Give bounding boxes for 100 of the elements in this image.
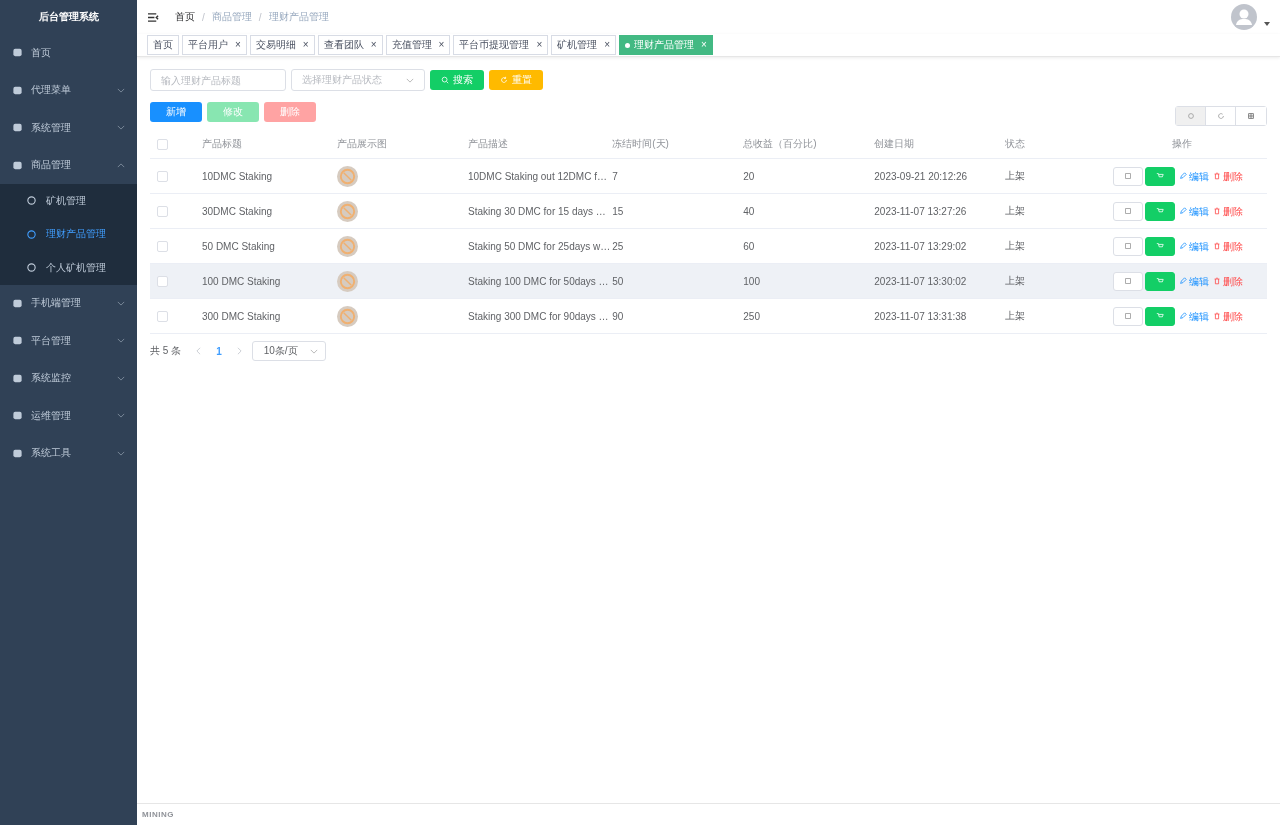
table-cell: 15 [612,205,624,217]
next-page-icon[interactable] [236,347,242,355]
coin-image-icon [337,235,358,257]
tab[interactable]: 充值管理 × [385,35,451,55]
coin-image-icon [337,270,358,292]
close-icon[interactable]: × [302,36,309,54]
pencil-icon [1179,172,1187,180]
column-header: 总收益（百分比) [743,138,817,149]
chevron-icon [117,375,125,381]
sidebar-item[interactable]: 系统工具 [0,434,137,472]
prev-page-icon[interactable] [196,347,202,355]
tab[interactable]: 平台用户 × [182,35,247,55]
delete-link[interactable]: 删除 [1223,310,1243,321]
table-cell: 100 [743,275,760,287]
sidebar-item[interactable]: 系统管理 [0,109,137,147]
sidebar-item[interactable]: 运维管理 [0,397,137,435]
row-checkbox[interactable] [157,170,168,182]
edit-link[interactable]: 编辑 [1189,240,1209,251]
tab[interactable]: 首页 [147,35,179,55]
search-toggle-button[interactable] [1176,107,1206,125]
table-cell: 50 DMC Staking [202,240,275,252]
edit-link[interactable]: 编辑 [1189,205,1209,216]
column-header: 操作 [1171,138,1192,149]
cart-button[interactable] [1145,166,1175,186]
chevron-icon [117,87,125,93]
table-cell: 25 [612,240,624,252]
table-row[interactable]: 100 DMC Staking Staking 100 DMC for 50days … 50 100 2023-11-07 13:30:02 上架 编辑 删除 [150,263,1267,299]
caret-icon[interactable] [1264,22,1270,26]
chevron-icon [309,348,318,354]
image-button[interactable] [1113,306,1143,326]
row-checkbox[interactable] [157,275,168,287]
table-cell: 上架 [1005,310,1026,321]
close-icon[interactable]: × [604,36,611,54]
sidebar-item[interactable]: 平台管理 [0,322,137,360]
table-row[interactable]: 10DMC Staking 10DMC Staking out 12DMC f… 7 20 2023-09-21 20:12:26 上架 编辑 删除 [150,158,1267,194]
cart-button[interactable] [1145,306,1175,326]
pencil-icon [1179,277,1187,285]
column-header: 创建日期 [874,138,915,149]
table-cell: 2023-11-07 13:30:02 [874,275,967,287]
table-cell: 上架 [1005,205,1026,216]
cart-button[interactable] [1145,236,1175,256]
menu-icon[interactable] [147,11,160,23]
submenu-item[interactable]: 理财产品管理 [0,217,137,251]
submenu-item[interactable]: 矿机管理 [0,184,137,218]
tab[interactable]: 平台币提现管理 × [453,35,549,55]
image-button[interactable] [1113,236,1143,256]
row-checkbox[interactable] [157,240,168,252]
delete-link[interactable]: 删除 [1223,205,1243,216]
delete-link[interactable]: 删除 [1223,240,1243,251]
row-checkbox[interactable] [157,205,168,217]
chevron-icon [117,300,125,306]
cart-button[interactable] [1145,271,1175,291]
submenu-item[interactable]: 个人矿机管理 [0,251,137,285]
trash-icon [1213,242,1221,250]
table-row[interactable]: 30DMC Staking Staking 30 DMC for 15 days … 15 40 2023-11-07 13:27:26 上架 编辑 删除 [150,193,1267,229]
app-title: 后台管理系统 [37,10,100,24]
image-button[interactable] [1113,201,1143,221]
select-all-checkbox[interactable] [157,138,168,150]
trash-icon [1213,207,1221,215]
sidebar-item[interactable]: 代理菜单 [0,71,137,109]
close-icon[interactable]: × [438,36,445,54]
breadcrumb-item[interactable]: 首页 [175,10,195,24]
avatar-icon[interactable] [1231,4,1257,30]
close-icon[interactable]: × [370,36,377,54]
column-header: 产品标题 [202,138,242,149]
table-cell: Staking 100 DMC for 50days … [468,275,609,287]
image-button[interactable] [1113,271,1143,291]
search-icon [441,76,449,84]
image-button[interactable] [1113,166,1143,186]
breadcrumb-item: 商品管理 [211,10,252,24]
coin-image-icon [337,305,358,327]
tab[interactable]: 矿机管理 × [551,35,617,55]
trash-icon [1213,312,1221,320]
pencil-icon [1179,207,1187,215]
table-cell: 60 [743,240,755,252]
edit-link[interactable]: 编辑 [1189,170,1209,181]
table-cell: Staking 300 DMC for 90days … [468,310,609,322]
edit-link[interactable]: 编辑 [1189,310,1209,321]
delete-link[interactable]: 删除 [1223,170,1243,181]
tab[interactable]: 交易明细 × [249,35,315,55]
cart-button[interactable] [1145,201,1175,221]
sidebar-item[interactable]: 商品管理 [0,146,137,184]
sidebar-item[interactable]: 系统监控 [0,359,137,397]
table-cell: 30DMC Staking [202,205,273,217]
chevron-icon [117,413,125,419]
trash-icon [1213,172,1221,180]
title-search-field[interactable]: 输入理财产品标题 [150,69,286,91]
table-cell: 90 [612,310,624,322]
table-row[interactable]: 50 DMC Staking Staking 50 DMC for 25days w… 25 60 2023-11-07 13:29:02 上架 编辑 删除 [150,228,1267,264]
table-row[interactable]: 300 DMC Staking Staking 300 DMC for 90days … 90 250 2023-11-07 13:31:38 上架 编辑 删除 [150,298,1267,334]
footer-text: MINING [142,810,174,819]
close-icon[interactable]: × [536,36,543,54]
table-cell: Staking 30 DMC for 15 days … [468,205,606,217]
tab[interactable]: 查看团队 × [317,35,383,55]
page-size-select[interactable]: 10条/页 [251,341,326,361]
close-icon[interactable]: × [235,36,241,54]
row-checkbox[interactable] [157,310,168,322]
sidebar-item[interactable]: 首页 [0,34,137,72]
table-cell: 2023-09-21 20:12:26 [874,170,968,182]
sidebar-item[interactable]: 手机端管理 [0,284,137,322]
